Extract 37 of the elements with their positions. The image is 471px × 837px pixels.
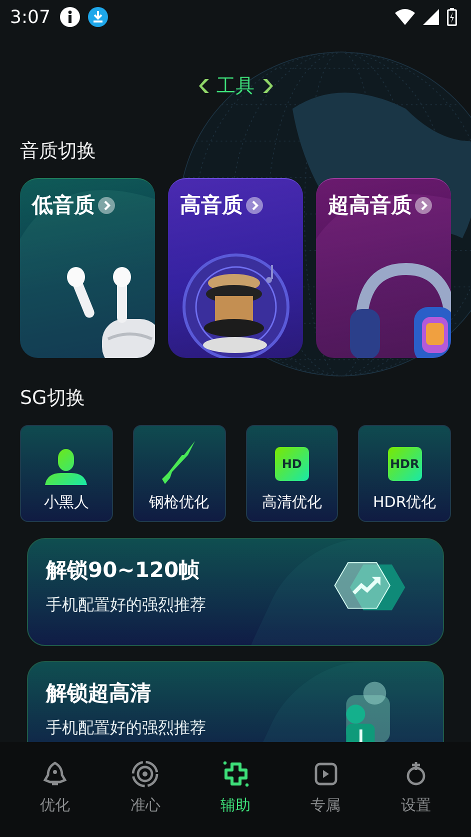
- sound-quality-card[interactable]: 超高音质: [316, 178, 451, 358]
- sg-option-tile[interactable]: HDR HDR优化: [358, 425, 451, 522]
- nav-tab[interactable]: 辅助: [190, 742, 281, 837]
- chevron-right-icon: [262, 79, 272, 93]
- card-title: 解锁超高清: [46, 680, 152, 707]
- sound-quality-card[interactable]: 低音质: [20, 178, 155, 358]
- section-title: SG切换: [20, 387, 85, 409]
- nav-tab[interactable]: 专属: [280, 742, 371, 837]
- sg-option-tile[interactable]: HD 高清优化: [246, 425, 338, 522]
- wifi-icon: [395, 9, 415, 25]
- card-title: 解锁90~120帧: [46, 557, 201, 584]
- rifle-icon: [162, 441, 196, 485]
- card-subtitle: 手机配置好的强烈推荐: [46, 595, 207, 616]
- section-title: 音质切换: [20, 140, 96, 162]
- sg-option-tile[interactable]: 钢枪优化: [132, 425, 226, 522]
- crosshair-icon: [131, 760, 160, 788]
- status-time: 3:07: [10, 6, 50, 28]
- nav-tab[interactable]: 优化: [10, 742, 100, 837]
- card-subtitle: 手机配置好的强烈推荐: [46, 718, 207, 739]
- rocket-icon: [41, 760, 70, 788]
- badge-icon: HDR: [388, 447, 422, 481]
- plus-icon: [222, 760, 250, 788]
- download-icon: [88, 7, 108, 27]
- chevron-right-circle-icon: [98, 196, 115, 214]
- nav-tab[interactable]: 设置: [370, 742, 462, 837]
- battery-charging-icon: [447, 8, 457, 26]
- sg-option-tile[interactable]: 小黑人: [20, 425, 113, 522]
- chevron-right-circle-icon: [415, 196, 432, 214]
- chevron-right-circle-icon: [246, 196, 263, 214]
- person-icon: [45, 449, 88, 485]
- nav-tab[interactable]: 准心: [100, 742, 190, 837]
- badge-icon: HD: [274, 447, 309, 481]
- info-icon: [60, 7, 80, 27]
- signal-icon: [423, 9, 439, 25]
- sound-quality-card[interactable]: 高音质: [168, 178, 303, 358]
- chevron-left-icon: [198, 79, 208, 93]
- page-title: 工具: [216, 74, 254, 99]
